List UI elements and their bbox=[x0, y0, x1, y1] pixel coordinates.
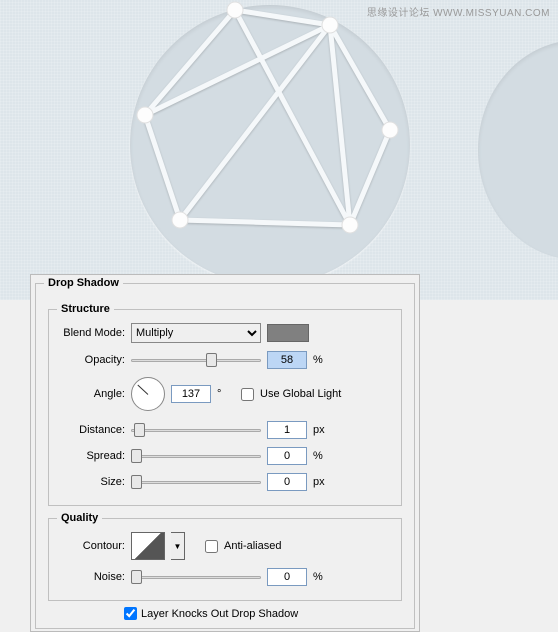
angle-dial[interactable] bbox=[131, 377, 165, 411]
structure-legend: Structure bbox=[57, 303, 114, 315]
angle-input[interactable] bbox=[171, 385, 211, 403]
contour-label: Contour: bbox=[57, 540, 125, 552]
size-input[interactable] bbox=[267, 473, 307, 491]
noise-unit: % bbox=[313, 571, 331, 583]
blend-mode-select[interactable]: Multiply bbox=[131, 323, 261, 343]
noise-slider[interactable] bbox=[131, 568, 261, 586]
drop-shadow-panel: Drop Shadow Structure Blend Mode: Multip… bbox=[30, 274, 420, 632]
distance-unit: px bbox=[313, 424, 331, 436]
size-unit: px bbox=[313, 476, 331, 488]
global-light-label: Use Global Light bbox=[260, 388, 341, 400]
quality-group: Quality Contour: ▼ Anti-aliased Noise: % bbox=[48, 512, 402, 601]
design-circle-partial bbox=[478, 40, 558, 260]
drop-shadow-group: Drop Shadow Structure Blend Mode: Multip… bbox=[35, 277, 415, 629]
panel-title: Drop Shadow bbox=[44, 277, 123, 289]
network-graphic bbox=[120, 0, 420, 290]
spread-unit: % bbox=[313, 450, 331, 462]
opacity-label: Opacity: bbox=[57, 354, 125, 366]
quality-legend: Quality bbox=[57, 512, 102, 524]
anti-aliased-checkbox[interactable] bbox=[205, 540, 218, 553]
angle-label: Angle: bbox=[57, 388, 125, 400]
spread-slider[interactable] bbox=[131, 447, 261, 465]
blend-mode-label: Blend Mode: bbox=[57, 327, 125, 339]
contour-preview[interactable] bbox=[131, 532, 165, 560]
distance-label: Distance: bbox=[57, 424, 125, 436]
shadow-color-swatch[interactable] bbox=[267, 324, 309, 342]
opacity-slider[interactable] bbox=[131, 351, 261, 369]
distance-slider[interactable] bbox=[131, 421, 261, 439]
noise-input[interactable] bbox=[267, 568, 307, 586]
layer-knocks-out-label: Layer Knocks Out Drop Shadow bbox=[141, 608, 298, 620]
size-slider[interactable] bbox=[131, 473, 261, 491]
contour-dropdown[interactable]: ▼ bbox=[171, 532, 185, 560]
noise-label: Noise: bbox=[57, 571, 125, 583]
anti-aliased-label: Anti-aliased bbox=[224, 540, 281, 552]
canvas-preview: 思缘设计论坛 WWW.MISSYUAN.COM bbox=[0, 0, 558, 300]
spread-input[interactable] bbox=[267, 447, 307, 465]
opacity-unit: % bbox=[313, 354, 331, 366]
angle-unit: ° bbox=[217, 388, 235, 400]
layer-knocks-out-checkbox[interactable] bbox=[124, 607, 137, 620]
structure-group: Structure Blend Mode: Multiply Opacity: … bbox=[48, 303, 402, 506]
size-label: Size: bbox=[57, 476, 125, 488]
spread-label: Spread: bbox=[57, 450, 125, 462]
distance-input[interactable] bbox=[267, 421, 307, 439]
global-light-checkbox[interactable] bbox=[241, 388, 254, 401]
opacity-input[interactable] bbox=[267, 351, 307, 369]
